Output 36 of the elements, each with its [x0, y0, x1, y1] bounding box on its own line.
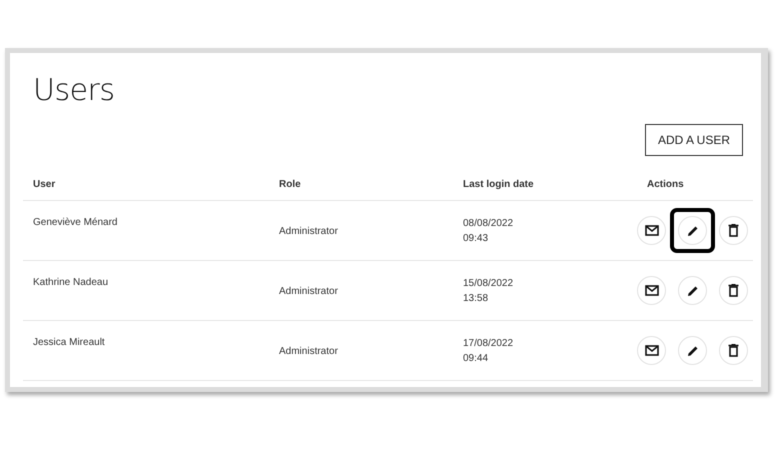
email-button[interactable] [637, 336, 666, 365]
pencil-icon [686, 284, 698, 296]
login-time: 13:58 [463, 292, 490, 304]
trash-icon [728, 284, 739, 297]
trash-icon [728, 344, 739, 357]
user-name: Kathrine Nadeau [33, 276, 110, 290]
pencil-icon [686, 344, 698, 356]
email-button[interactable] [637, 276, 666, 305]
delete-button[interactable] [719, 276, 748, 305]
role-cell-text: Administrator [279, 225, 339, 237]
login-date: 17/08/2022 [463, 338, 514, 348]
column-header: Last login date [463, 178, 535, 190]
login-date: 08/08/2022 [463, 218, 514, 228]
trash-icon [728, 224, 739, 237]
delete-button[interactable] [719, 216, 748, 245]
page-title: Users [33, 73, 116, 108]
login-date: 15/08/2022 [463, 278, 514, 288]
mail-icon [644, 225, 658, 236]
edit-button[interactable] [678, 216, 707, 245]
edit-button[interactable] [678, 336, 707, 365]
pencil-icon [686, 224, 698, 236]
column-header: User [33, 178, 56, 190]
delete-button[interactable] [719, 336, 748, 365]
add-user-button[interactable]: ADD A USER [644, 124, 743, 156]
mail-icon [644, 345, 658, 356]
mail-icon [644, 285, 658, 296]
login-time: 09:44 [463, 352, 490, 364]
column-header: Actions [646, 178, 685, 190]
column-header: Role [279, 178, 302, 190]
login-time: 09:43 [463, 232, 490, 244]
edit-button[interactable] [678, 276, 707, 305]
role-cell-text: Administrator [279, 285, 339, 297]
email-button[interactable] [637, 216, 666, 245]
user-name: Geneviève Ménard [33, 216, 118, 230]
user-name: Jessica Mireault [33, 336, 106, 350]
role-cell-text: Administrator [279, 345, 339, 357]
